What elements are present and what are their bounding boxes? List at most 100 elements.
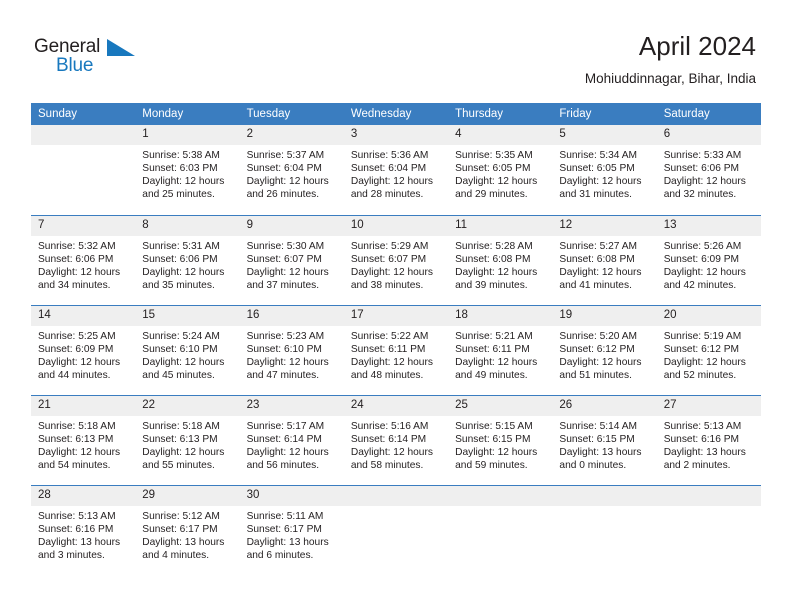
sunrise-text: Sunrise: 5:14 AM — [559, 420, 637, 432]
calendar-table: Sunday Monday Tuesday Wednesday Thursday… — [31, 103, 761, 575]
sunrise-text: Sunrise: 5:18 AM — [38, 420, 116, 432]
sunset-text: Sunset: 6:11 PM — [455, 343, 530, 355]
day-sun-info: Sunrise: 5:38 AM Sunset: 6:03 PM Daylight:… — [135, 145, 239, 201]
day-box: 15 Sunrise: 5:24 AM Sunset: 6:10 PM Dayligh… — [135, 305, 240, 395]
sunrise-text: Sunrise: 5:17 AM — [246, 420, 325, 432]
calendar-day-cell[interactable]: 8 Sunrise: 5:31 AM Sunset: 6:06 PM Daylight… — [135, 214, 240, 305]
calendar-day-cell[interactable]: 5 Sunrise: 5:34 AM Sunset: 6:05 PM Daylight… — [552, 125, 657, 215]
sunset-text: Sunset: 6:07 PM — [350, 253, 427, 265]
day-sun-info: Sunrise: 5:36 AM Sunset: 6:04 PM Daylight:… — [344, 145, 448, 201]
day-box — [448, 485, 553, 576]
calendar-day-cell[interactable]: 17 Sunrise: 5:22 AM Sunset: 6:11 PM Dayligh… — [343, 304, 449, 395]
day-box: 20 Sunrise: 5:19 AM Sunset: 6:12 PM Dayligh… — [656, 305, 761, 395]
daylight-text-line2: and 56 minutes. — [246, 459, 320, 471]
sunrise-text: Sunrise: 5:25 AM — [38, 330, 116, 342]
weekday-header-wednesday: Wednesday — [343, 103, 449, 125]
sunset-text: Sunset: 6:10 PM — [246, 343, 322, 355]
daylight-text-line2: and 32 minutes. — [663, 189, 737, 201]
calendar-day-cell[interactable]: 29 Sunrise: 5:12 AM Sunset: 6:17 PM Dayligh… — [135, 484, 240, 576]
day-box: 22 Sunrise: 5:18 AM Sunset: 6:13 PM Dayligh… — [135, 395, 240, 485]
day-box: 9 Sunrise: 5:30 AM Sunset: 6:07 PM Daylight… — [239, 215, 344, 305]
sunrise-text: Sunrise: 5:22 AM — [350, 330, 429, 342]
calendar-day-cell[interactable]: 25 Sunrise: 5:15 AM Sunset: 6:15 PM Dayligh… — [448, 394, 553, 485]
day-box: 6 Sunrise: 5:33 AM Sunset: 6:06 PM Daylight… — [656, 125, 761, 215]
calendar-day-cell[interactable]: 28 Sunrise: 5:13 AM Sunset: 6:16 PM Dayligh… — [31, 484, 136, 576]
sunrise-text: Sunrise: 5:13 AM — [38, 510, 116, 522]
daylight-text-line1: Daylight: 12 hours — [350, 176, 433, 188]
day-sun-info: Sunrise: 5:12 AM Sunset: 6:17 PM Daylight:… — [135, 506, 239, 562]
daylight-text-line1: Daylight: 12 hours — [38, 356, 121, 368]
daylight-text-line1: Daylight: 12 hours — [455, 176, 538, 188]
calendar-day-cell[interactable]: 7 Sunrise: 5:32 AM Sunset: 6:06 PM Daylight… — [31, 214, 136, 305]
daylight-text-line2: and 47 minutes. — [246, 369, 320, 381]
calendar-day-cell[interactable]: 19 Sunrise: 5:20 AM Sunset: 6:12 PM Dayligh… — [552, 304, 657, 395]
day-sun-info: Sunrise: 5:29 AM Sunset: 6:07 PM Daylight:… — [344, 236, 448, 292]
calendar-day-cell[interactable]: 15 Sunrise: 5:24 AM Sunset: 6:10 PM Dayligh… — [135, 304, 240, 395]
calendar-week-row: 1 Sunrise: 5:38 AM Sunset: 6:03 PM Daylight… — [31, 125, 761, 215]
calendar-day-cell[interactable]: 18 Sunrise: 5:21 AM Sunset: 6:11 PM Dayligh… — [448, 304, 553, 395]
calendar-day-cell[interactable]: 23 Sunrise: 5:17 AM Sunset: 6:14 PM Dayligh… — [239, 394, 344, 485]
daylight-text-line1: Daylight: 12 hours — [38, 266, 121, 278]
calendar-day-cell[interactable]: 2 Sunrise: 5:37 AM Sunset: 6:04 PM Daylight… — [239, 125, 344, 215]
calendar-day-cell[interactable]: 16 Sunrise: 5:23 AM Sunset: 6:10 PM Dayligh… — [239, 304, 344, 395]
calendar-day-cell[interactable]: 30 Sunrise: 5:11 AM Sunset: 6:17 PM Dayligh… — [239, 484, 344, 576]
day-box: 28 Sunrise: 5:13 AM Sunset: 6:16 PM Dayligh… — [31, 485, 136, 576]
calendar-day-cell[interactable]: 4 Sunrise: 5:35 AM Sunset: 6:05 PM Daylight… — [448, 125, 553, 215]
calendar-day-cell[interactable]: 1 Sunrise: 5:38 AM Sunset: 6:03 PM Daylight… — [135, 125, 240, 215]
calendar-day-cell[interactable]: 20 Sunrise: 5:19 AM Sunset: 6:12 PM Dayligh… — [656, 304, 761, 395]
daylight-text-line1: Daylight: 13 hours — [559, 446, 642, 458]
daylight-text-line1: Daylight: 12 hours — [663, 266, 746, 278]
daylight-text-line1: Daylight: 13 hours — [142, 536, 225, 548]
day-number: 19 — [552, 305, 657, 326]
calendar-day-cell[interactable]: 24 Sunrise: 5:16 AM Sunset: 6:14 PM Dayligh… — [343, 394, 449, 485]
sunset-text: Sunset: 6:17 PM — [142, 523, 218, 535]
daylight-text-line1: Daylight: 12 hours — [350, 266, 433, 278]
calendar-day-cell[interactable]: 26 Sunrise: 5:14 AM Sunset: 6:15 PM Dayligh… — [552, 394, 657, 485]
day-number: 10 — [343, 215, 449, 236]
daylight-text-line2: and 4 minutes. — [142, 549, 210, 561]
daylight-text-line1: Daylight: 12 hours — [246, 356, 329, 368]
day-sun-info: Sunrise: 5:19 AM Sunset: 6:12 PM Daylight:… — [657, 326, 761, 382]
day-number: 15 — [135, 305, 240, 326]
sunrise-text: Sunrise: 5:23 AM — [246, 330, 325, 342]
calendar-day-cell[interactable]: 6 Sunrise: 5:33 AM Sunset: 6:06 PM Daylight… — [656, 125, 761, 215]
sunrise-text: Sunrise: 5:19 AM — [663, 330, 742, 342]
day-number: 4 — [448, 125, 553, 145]
day-number: 17 — [343, 305, 449, 326]
sunrise-text: Sunrise: 5:33 AM — [663, 150, 742, 161]
daylight-text-line2: and 52 minutes. — [663, 369, 737, 381]
sunrise-text: Sunrise: 5:38 AM — [142, 150, 220, 161]
calendar-day-cell[interactable]: 11 Sunrise: 5:28 AM Sunset: 6:08 PM Dayligh… — [448, 214, 553, 305]
sunrise-text: Sunrise: 5:28 AM — [455, 240, 533, 252]
day-box: 29 Sunrise: 5:12 AM Sunset: 6:17 PM Dayligh… — [135, 485, 240, 576]
calendar-day-cell[interactable]: 27 Sunrise: 5:13 AM Sunset: 6:16 PM Dayligh… — [656, 394, 761, 485]
sunset-text: Sunset: 6:05 PM — [559, 163, 635, 175]
sunrise-text: Sunrise: 5:24 AM — [142, 330, 220, 342]
brand-name-blue: Blue — [56, 55, 94, 76]
day-number: 14 — [31, 305, 136, 326]
day-box — [343, 485, 449, 576]
daylight-text-line2: and 51 minutes. — [559, 369, 632, 381]
day-number: 23 — [239, 395, 344, 416]
calendar-day-cell[interactable]: 3 Sunrise: 5:36 AM Sunset: 6:04 PM Daylight… — [343, 125, 449, 215]
day-sun-info: Sunrise: 5:22 AM Sunset: 6:11 PM Daylight:… — [344, 326, 448, 382]
calendar-day-cell[interactable]: 9 Sunrise: 5:30 AM Sunset: 6:07 PM Daylight… — [239, 214, 344, 305]
brand-logo[interactable]: General Blue — [34, 36, 154, 82]
calendar-day-cell[interactable]: 10 Sunrise: 5:29 AM Sunset: 6:07 PM Dayligh… — [343, 214, 449, 305]
sunset-text: Sunset: 6:04 PM — [350, 163, 427, 175]
day-sun-info: Sunrise: 5:35 AM Sunset: 6:05 PM Daylight:… — [448, 145, 552, 201]
calendar-day-cell[interactable]: 22 Sunrise: 5:18 AM Sunset: 6:13 PM Dayligh… — [135, 394, 240, 485]
calendar-day-cell[interactable]: 12 Sunrise: 5:27 AM Sunset: 6:08 PM Dayligh… — [552, 214, 657, 305]
weekday-header-monday: Monday — [135, 103, 240, 125]
calendar-day-cell[interactable]: 21 Sunrise: 5:18 AM Sunset: 6:13 PM Dayligh… — [31, 394, 136, 485]
sunset-text: Sunset: 6:12 PM — [663, 343, 740, 355]
calendar-day-cell[interactable]: 13 Sunrise: 5:26 AM Sunset: 6:09 PM Dayligh… — [656, 214, 761, 305]
day-sun-info: Sunrise: 5:15 AM Sunset: 6:15 PM Daylight:… — [448, 416, 552, 472]
daylight-text-line2: and 37 minutes. — [246, 279, 320, 291]
day-number: 27 — [656, 395, 761, 416]
calendar-day-cell[interactable]: 14 Sunrise: 5:25 AM Sunset: 6:09 PM Dayligh… — [31, 304, 136, 395]
day-box: 30 Sunrise: 5:11 AM Sunset: 6:17 PM Dayligh… — [239, 485, 344, 576]
daylight-text-line1: Daylight: 12 hours — [142, 446, 225, 458]
daylight-text-line1: Daylight: 12 hours — [246, 446, 329, 458]
daylight-text-line2: and 48 minutes. — [350, 369, 424, 381]
